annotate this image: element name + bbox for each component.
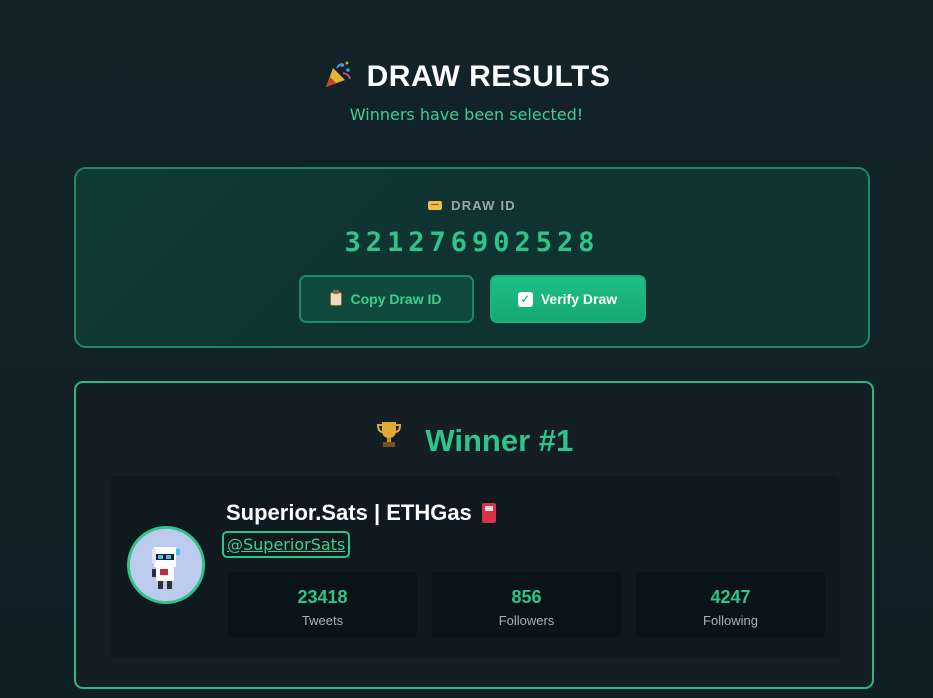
ticket-icon [428, 201, 443, 210]
stat-value: 856 [511, 587, 542, 607]
display-name-text: Superior.Sats | ETHGas [226, 500, 472, 525]
party-popper-icon [323, 60, 353, 95]
subtitle: Winners have been selected! [349, 105, 584, 124]
verify-draw-label: Verify Draw [540, 291, 618, 307]
draw-id-value: 321276902528 [344, 227, 600, 258]
stat-following: 4247 Following [636, 572, 825, 637]
avatar[interactable] [127, 526, 205, 604]
verify-draw-button[interactable]: ✓ Verify Draw [489, 275, 646, 323]
draw-id-label-text: DRAW ID [451, 198, 516, 213]
winner-title-text: Winner #1 [425, 423, 574, 458]
clipboard-icon [330, 290, 343, 306]
stat-value: 4247 [710, 587, 751, 607]
stat-followers: 856 Followers [432, 572, 621, 637]
trophy-icon [375, 419, 403, 456]
copy-draw-id-label: Copy Draw ID [350, 291, 442, 307]
title-text: DRAW RESULTS [366, 60, 611, 93]
winner-handle-link[interactable]: @SuperiorSats [222, 531, 351, 558]
stat-value: 23418 [297, 587, 348, 607]
stat-label: Following [703, 613, 758, 628]
check-box-icon: ✓ [517, 291, 533, 307]
winner-profile: Superior.Sats | ETHGas @SuperiorSats 234… [110, 476, 840, 658]
stat-label: Followers [498, 613, 555, 628]
winner-stats: 23418 Tweets 856 Followers 4247 Followin… [228, 572, 825, 637]
draw-id-card: DRAW ID 321276902528 Copy Draw ID ✓ Veri… [74, 167, 870, 348]
copy-draw-id-button[interactable]: Copy Draw ID [298, 275, 474, 323]
draw-id-label: DRAW ID [428, 198, 516, 213]
draw-actions: Copy Draw ID ✓ Verify Draw [76, 275, 868, 323]
stat-tweets: 23418 Tweets [228, 572, 417, 637]
fuel-pump-icon [481, 503, 496, 523]
winner-display-name: Superior.Sats | ETHGas [226, 500, 496, 526]
page-title: DRAW RESULTS [323, 55, 611, 99]
winner-card: Winner #1 Superior.Sats | ETHGas @Superi… [74, 381, 874, 689]
winner-heading: Winner #1 [76, 419, 872, 459]
header: DRAW RESULTS Winners have been selected! [0, 55, 933, 124]
stat-label: Tweets [301, 613, 344, 628]
